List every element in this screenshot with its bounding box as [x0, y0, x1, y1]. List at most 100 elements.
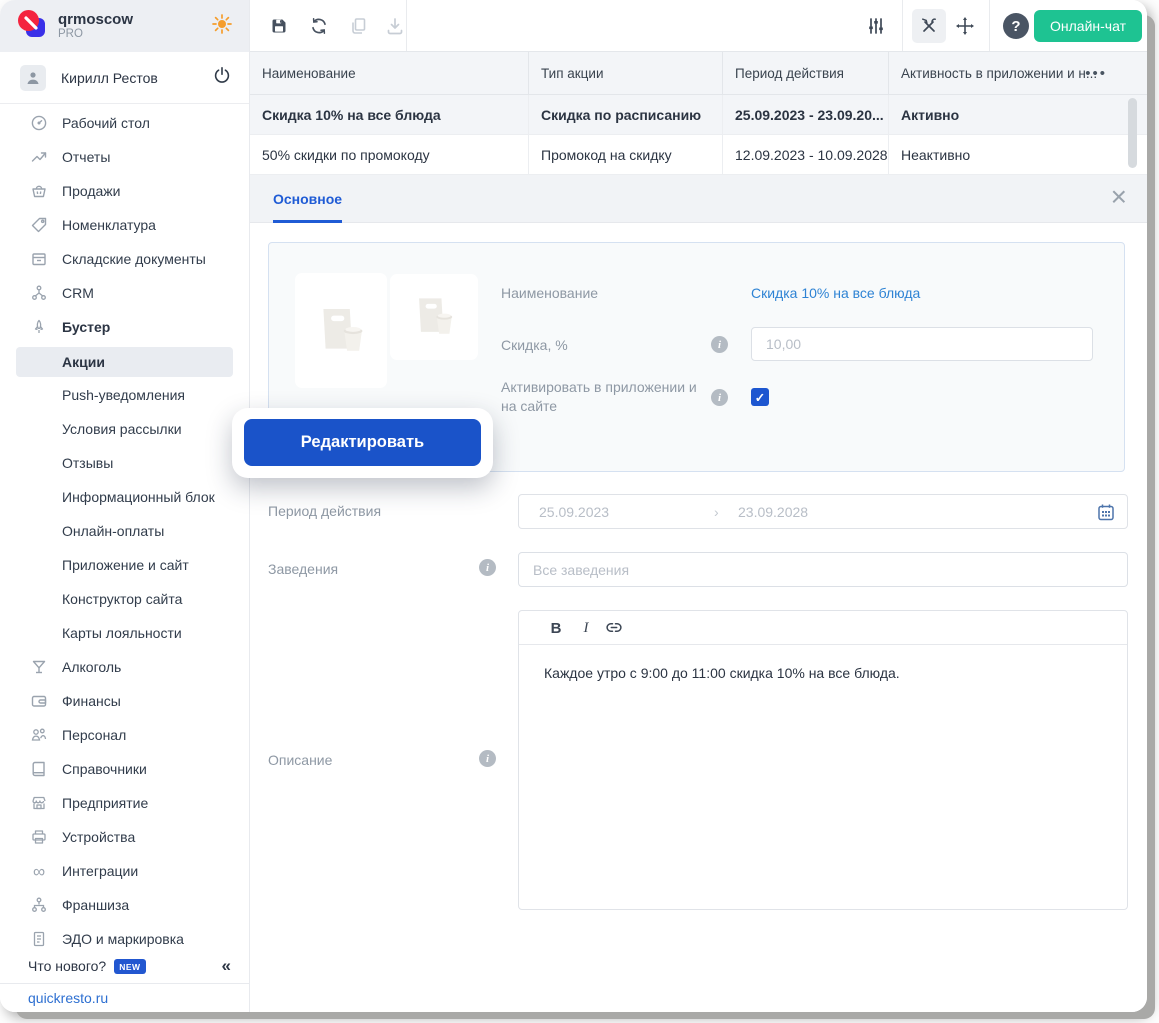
sidebar-item-crm[interactable]: CRM [0, 276, 249, 310]
table-scrollbar[interactable] [1128, 98, 1137, 168]
filters-sliders-icon[interactable] [865, 15, 887, 37]
sidebar-item-promotions[interactable]: Акции [16, 347, 233, 377]
save-icon[interactable] [268, 15, 290, 37]
help-icon[interactable]: ? [1003, 13, 1029, 39]
sidebar-item-dashboard[interactable]: Рабочий стол [0, 106, 249, 140]
martini-glass-icon [30, 658, 48, 676]
download-icon[interactable] [384, 15, 406, 37]
sidebar-item-label: Конструктор сайта [62, 591, 182, 607]
toolbar-separator [406, 0, 407, 51]
insert-link-icon[interactable] [603, 618, 625, 638]
cell-name: 50% скидки по промокоду [250, 147, 528, 163]
info-icon[interactable]: i [479, 750, 496, 767]
sidebar-item-devices[interactable]: Устройства [0, 820, 249, 854]
sidebar-item-push[interactable]: Push-уведомления [0, 378, 249, 412]
bold-button[interactable]: B [545, 618, 567, 638]
info-icon[interactable]: i [479, 559, 496, 576]
sidebar-item-mailing[interactable]: Условия рассылки [0, 412, 249, 446]
sidebar-item-finance[interactable]: Финансы [0, 684, 249, 718]
site-link-row: quickresto.ru [0, 983, 249, 1012]
cell-period: 25.09.2023 - 23.09.20... [722, 95, 888, 134]
period-range-input[interactable]: 25.09.2023 › 23.09.2028 [518, 494, 1128, 529]
refresh-icon[interactable] [308, 15, 330, 37]
editor-content: Наименование Скидка 10% на все блюда Ски… [250, 223, 1147, 1012]
column-header-type[interactable]: Тип акции [528, 52, 722, 94]
sidebar-item-nomenclature[interactable]: Номенклатура [0, 208, 249, 242]
period-to-value[interactable]: 23.09.2028 [738, 504, 808, 520]
collapse-sidebar-icon[interactable]: « [222, 956, 231, 976]
sidebar-item-infoblock[interactable]: Информационный блок [0, 480, 249, 514]
sidebar-item-reports[interactable]: Отчеты [0, 140, 249, 174]
main-area: ? Онлайн-чат Наименование Тип акции Пери… [250, 0, 1147, 1012]
sidebar-item-label: Условия рассылки [62, 421, 182, 437]
sidebar-item-label: Устройства [62, 829, 135, 845]
quickresto-link[interactable]: quickresto.ru [28, 990, 108, 1006]
document-icon [30, 930, 48, 948]
status-badge: Неактивно [888, 135, 1147, 174]
discount-field-label: Скидка, % [501, 337, 568, 353]
sidebar-item-label: Финансы [62, 693, 121, 709]
venues-input[interactable] [518, 552, 1128, 587]
columns-menu-icon[interactable]: ••• [1085, 52, 1107, 95]
app-logo-icon [17, 9, 47, 44]
chevron-right-icon: › [714, 504, 719, 520]
booster-rocket-icon [30, 318, 48, 336]
sidebar-item-booster[interactable]: Бустер [0, 310, 249, 344]
info-icon[interactable]: i [711, 336, 728, 353]
copy-icon[interactable] [348, 15, 370, 37]
wallet-icon [30, 692, 48, 710]
info-icon[interactable]: i [711, 389, 728, 406]
sidebar-item-sales[interactable]: Продажи [0, 174, 249, 208]
period-from-value[interactable]: 25.09.2023 [539, 504, 609, 520]
activate-field-label: Активировать в приложении и на сайте [501, 378, 701, 416]
close-icon[interactable]: × [1111, 183, 1127, 211]
name-field-label: Наименование [501, 285, 598, 301]
table-row[interactable]: 50% скидки по промокоду Промокод на скид… [250, 135, 1147, 175]
theme-sun-icon[interactable] [211, 13, 233, 40]
column-header-activity[interactable]: Активность в приложении и н... [888, 52, 1147, 94]
promo-name-link[interactable]: Скидка 10% на все блюда [751, 285, 920, 301]
sidebar-item-franchise[interactable]: Франшиза [0, 888, 249, 922]
logout-power-icon[interactable] [213, 66, 231, 89]
sidebar-item-loyalty-cards[interactable]: Карты лояльности [0, 616, 249, 650]
calendar-icon[interactable] [1096, 502, 1116, 527]
column-header-name[interactable]: Наименование [250, 66, 528, 81]
promo-photo[interactable] [390, 274, 478, 360]
sidebar-item-staff[interactable]: Персонал [0, 718, 249, 752]
user-row[interactable]: Кирилл Рестов [0, 52, 249, 104]
whats-new-row[interactable]: Что нового? NEW « [0, 949, 249, 983]
sidebar-item-online-payments[interactable]: Онлайн-оплаты [0, 514, 249, 548]
editor-toolbar: B I [519, 611, 1127, 645]
table-row[interactable]: Скидка 10% на все блюда Скидка по распис… [250, 95, 1147, 135]
sidebar-item-app-and-site[interactable]: Приложение и сайт [0, 548, 249, 582]
sidebar-item-reviews[interactable]: Отзывы [0, 446, 249, 480]
column-header-period[interactable]: Период действия [722, 52, 888, 94]
user-avatar-icon [20, 65, 46, 91]
user-name: Кирилл Рестов [61, 70, 158, 86]
activate-checkbox[interactable]: ✓ [751, 388, 769, 406]
sidebar-item-label: Справочники [62, 761, 147, 777]
brand-plan: PRO [58, 28, 133, 40]
discount-input[interactable] [751, 327, 1093, 361]
sidebar-item-enterprise[interactable]: Предприятие [0, 786, 249, 820]
tools-hammer-wrench-icon[interactable] [912, 9, 946, 43]
screenshot-stage: qrmoscow PRO [0, 0, 1159, 1023]
tab-main[interactable]: Основное [273, 175, 342, 223]
move-arrows-icon[interactable] [954, 15, 976, 37]
sidebar-item-directories[interactable]: Справочники [0, 752, 249, 786]
sidebar-item-edo[interactable]: ЭДО и маркировка [0, 922, 249, 948]
sidebar-item-warehouse[interactable]: Складские документы [0, 242, 249, 276]
sidebar-item-label: CRM [62, 285, 94, 301]
sidebar-item-site-builder[interactable]: Конструктор сайта [0, 582, 249, 616]
italic-button[interactable]: I [575, 618, 597, 638]
online-chat-button[interactable]: Онлайн-чат [1034, 10, 1142, 42]
sidebar-item-alcohol[interactable]: Алкоголь [0, 650, 249, 684]
description-text[interactable]: Каждое утро с 9:00 до 11:00 скидка 10% н… [519, 645, 1127, 909]
sidebar-nav: Рабочий стол Отчеты Продажи Номенклатура… [0, 104, 249, 948]
sidebar-item-integrations[interactable]: ∞ Интеграции [0, 854, 249, 888]
app-window: qrmoscow PRO [0, 0, 1147, 1012]
sidebar-item-label: Отчеты [62, 149, 110, 165]
promo-photo[interactable] [295, 273, 387, 388]
edit-button[interactable]: Редактировать [244, 419, 481, 466]
top-toolbar: ? Онлайн-чат [250, 0, 1147, 52]
